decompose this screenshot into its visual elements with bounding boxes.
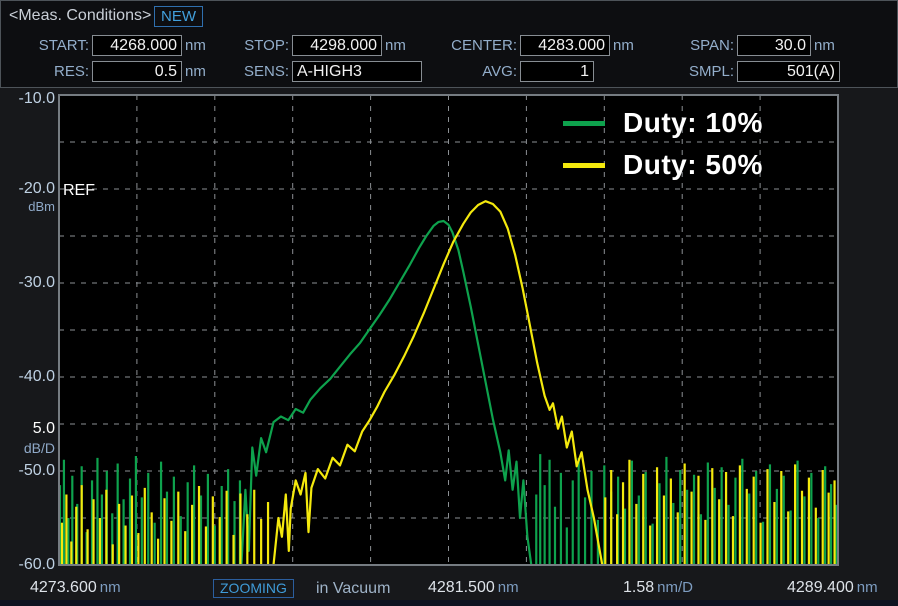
ref-level-label: REF [63,182,95,200]
field-span: SPAN: 30.0 nm [659,34,835,56]
y-axis-label: -30.0 [0,274,55,292]
osa-screen: { "header": { "title": "<Meas. Condition… [0,0,898,606]
stop-unit: nm [385,37,406,54]
center-label: CENTER: [429,37,517,54]
span-label: SPAN: [659,37,734,54]
field-stop: STOP: 4298.000 nm [219,34,406,56]
duty50-line-swatch [563,163,605,168]
res-label: RES: [7,63,89,80]
smpl-label: SMPL: [659,63,734,80]
stop-input[interactable]: 4298.000 [292,35,382,56]
x-stop-value: 4289.400 [787,579,854,596]
x-stop-unit: nm [857,579,878,596]
sens-input[interactable]: A-HIGH3 [292,61,422,82]
x-axis-stop-label: 4289.400nm [787,579,878,597]
legend-item-duty50: Duty: 50% [563,144,763,186]
new-badge[interactable]: NEW [154,6,203,27]
field-smpl: SMPL: 501(A) [659,60,840,82]
center-input[interactable]: 4283.000 [520,35,610,56]
vacuum-indicator: in Vacuum [316,580,390,598]
x-center-unit: nm [498,579,519,596]
x-axis-center-label: 4281.500nm [428,579,519,597]
field-start: START: 4268.000 nm [7,34,206,56]
y-scale-unit: dB/D [0,440,55,456]
bottom-strip [0,600,898,606]
y-scale-value: 5.0 [0,420,55,438]
y-axis-label: -60.0 [0,556,55,574]
start-label: START: [7,37,89,54]
legend: Duty: 10% Duty: 50% [563,102,763,186]
y-axis-label: -10.0 [0,90,55,108]
x-center-value: 4281.500 [428,579,495,596]
res-input[interactable]: 0.5 [92,61,182,82]
res-unit: nm [185,63,206,80]
field-center: CENTER: 4283.000 nm [429,34,634,56]
legend-item-duty10: Duty: 10% [563,102,763,144]
x-start-unit: nm [100,579,121,596]
smpl-input[interactable]: 501(A) [737,61,840,82]
field-sens: SENS: A-HIGH3 [219,60,422,82]
zooming-badge[interactable]: ZOOMING [213,579,294,598]
meas-conditions-panel: <Meas. Conditions> NEW START: 4268.000 n… [0,0,898,88]
span-input[interactable]: 30.0 [737,35,811,56]
avg-label: AVG: [429,63,517,80]
x-scale-label: 1.58nm/D [623,579,693,597]
y-axis-unit: dBm [0,199,55,214]
panel-title: <Meas. Conditions> [9,7,151,25]
stop-label: STOP: [219,37,289,54]
sens-label: SENS: [219,63,289,80]
span-unit: nm [814,37,835,54]
x-start-value: 4273.600 [30,579,97,596]
duty50-label: Duty: 50% [623,149,763,181]
y-axis-label: -20.0 [0,180,55,198]
spectrum-plot [0,0,898,606]
y-axis-label: -40.0 [0,368,55,386]
center-unit: nm [613,37,634,54]
duty10-label: Duty: 10% [623,107,763,139]
start-input[interactable]: 4268.000 [92,35,182,56]
x-scale-value: 1.58 [623,579,654,596]
duty10-line-swatch [563,121,605,126]
field-res: RES: 0.5 nm [7,60,206,82]
x-axis-start-label: 4273.600nm [30,579,121,597]
field-avg: AVG: 1 [429,60,594,82]
avg-input[interactable]: 1 [520,61,594,82]
x-scale-unit: nm/D [657,579,693,596]
y-axis-label: -50.0 [0,462,55,480]
start-unit: nm [185,37,206,54]
